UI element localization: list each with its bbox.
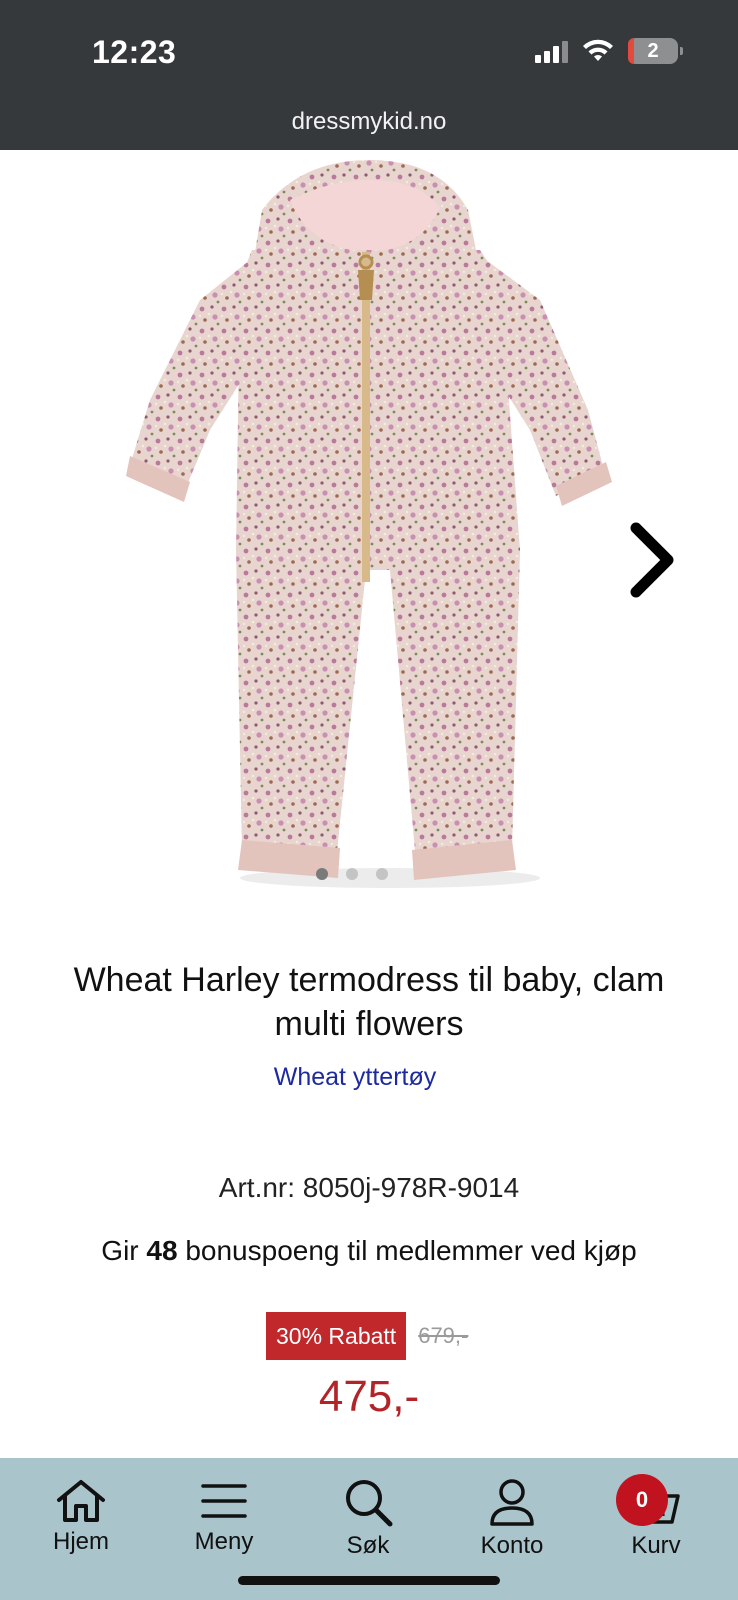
- battery-level: 2: [647, 39, 659, 62]
- cart-count-badge[interactable]: 0: [616, 1474, 668, 1526]
- current-price: 475,-: [318, 1372, 420, 1421]
- brand-category-link[interactable]: Wheat yttertøy: [0, 1063, 710, 1092]
- browser-top-bar: 12:23 2 dressmykid.no: [0, 0, 738, 150]
- status-time: 12:23: [92, 34, 177, 70]
- address-bar-url[interactable]: dressmykid.no: [0, 108, 738, 136]
- home-icon: [57, 1480, 105, 1522]
- product-image-gallery[interactable]: [0, 150, 738, 900]
- product-title: Wheat Harley termodress til baby, clam m…: [73, 961, 665, 1043]
- bonus-prefix: Gir: [101, 1235, 147, 1266]
- carousel-dot[interactable]: [346, 868, 358, 880]
- user-icon: [490, 1479, 534, 1526]
- status-icons: 2: [535, 38, 683, 64]
- chevron-right-icon[interactable]: [628, 520, 678, 600]
- old-price: 679,-: [418, 1323, 469, 1348]
- nav-item-home[interactable]: Hjem: [21, 1478, 141, 1556]
- nav-item-account[interactable]: Konto: [452, 1478, 572, 1560]
- menu-icon: [201, 1484, 247, 1518]
- carousel-dot[interactable]: [316, 868, 328, 880]
- battery-icon: 2: [628, 38, 683, 64]
- nav-label-menu: Meny: [194, 1528, 254, 1555]
- price-row: 30% Rabatt 679,-: [266, 1312, 468, 1360]
- bonus-points-text: Gir 48 bonuspoeng til medlemmer ved kjøp: [0, 1235, 738, 1267]
- wifi-icon: [583, 39, 613, 61]
- search-icon: [346, 1480, 393, 1527]
- carousel-dot[interactable]: [376, 868, 388, 880]
- nav-label-home: Hjem: [52, 1528, 109, 1555]
- bonus-points-value: 48: [146, 1235, 178, 1266]
- nav-label-search: Søk: [346, 1532, 390, 1559]
- nav-item-search[interactable]: Søk: [308, 1478, 428, 1560]
- article-number: Art.nr: 8050j-978R-9014: [218, 1172, 520, 1203]
- discount-badge: 30% Rabatt: [266, 1312, 407, 1360]
- carousel-dots: [0, 868, 738, 880]
- nav-label-cart: Kurv: [631, 1532, 681, 1559]
- bonus-suffix: bonuspoeng til medlemmer ved kjøp: [177, 1235, 637, 1266]
- home-indicator[interactable]: [238, 1576, 500, 1585]
- nav-label-account: Konto: [480, 1532, 544, 1559]
- nav-item-menu[interactable]: Meny: [164, 1478, 284, 1556]
- signal-icon: [535, 39, 568, 63]
